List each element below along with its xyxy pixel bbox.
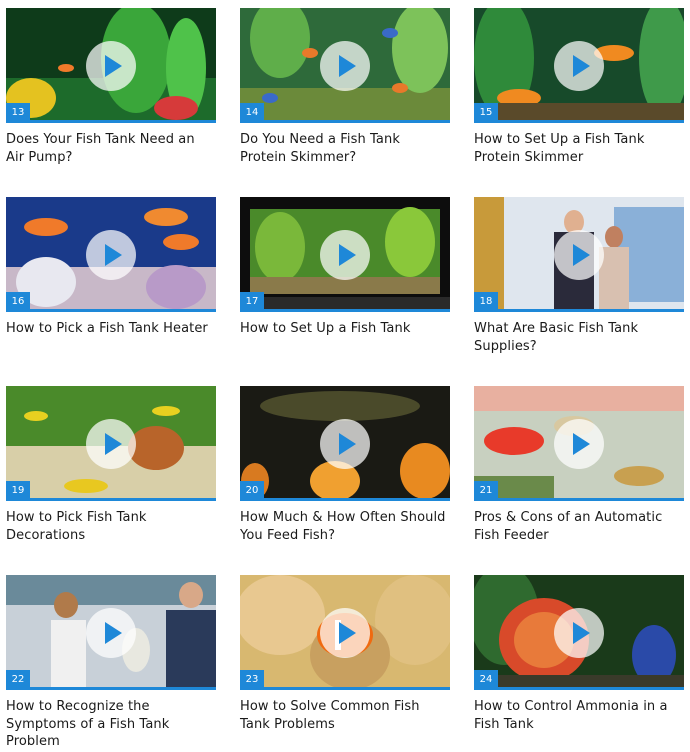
play-icon [105,433,122,455]
play-button[interactable] [86,419,136,469]
video-thumbnail[interactable]: 24 [474,575,684,690]
thumbnail-bar [240,120,450,123]
video-card[interactable]: 22 How to Recognize the Symptoms of a Fi… [6,575,216,751]
video-number-badge: 22 [6,670,30,690]
video-thumbnail[interactable]: 13 [6,8,216,123]
thumbnail-bar [474,309,684,312]
video-title[interactable]: How to Set Up a Fish Tank [240,320,450,338]
video-card[interactable]: 13 Does Your Fish Tank Need an Air Pump? [6,8,216,166]
play-icon [573,55,590,77]
video-thumbnail[interactable]: 20 [240,386,450,501]
play-icon [573,244,590,266]
video-thumbnail[interactable]: 17 [240,197,450,312]
video-title[interactable]: How to Pick a Fish Tank Heater [6,320,216,338]
video-thumbnail[interactable]: 16 [6,197,216,312]
video-number-badge: 23 [240,670,264,690]
video-card[interactable]: 24 How to Control Ammonia in a Fish Tank [474,575,684,733]
thumbnail-bar [474,498,684,501]
play-button[interactable] [320,419,370,469]
thumbnail-bar [6,687,216,690]
video-thumbnail[interactable]: 19 [6,386,216,501]
play-button[interactable] [86,41,136,91]
video-thumbnail[interactable]: 15 [474,8,684,123]
thumbnail-bar [240,309,450,312]
thumbnail-bar [240,687,450,690]
video-card[interactable]: 14 Do You Need a Fish Tank Protein Skimm… [240,8,450,166]
play-button[interactable] [554,41,604,91]
play-icon [339,622,356,644]
play-button[interactable] [320,41,370,91]
video-title[interactable]: How to Pick Fish Tank Decorations [6,509,216,544]
play-button[interactable] [320,608,370,658]
play-icon [573,622,590,644]
video-title[interactable]: How to Recognize the Symptoms of a Fish … [6,698,216,751]
play-button[interactable] [86,230,136,280]
video-title[interactable]: How Much & How Often Should You Feed Fis… [240,509,450,544]
video-title[interactable]: Do You Need a Fish Tank Protein Skimmer? [240,131,450,166]
video-title[interactable]: How to Solve Common Fish Tank Problems [240,698,450,733]
play-icon [339,244,356,266]
video-title[interactable]: Pros & Cons of an Automatic Fish Feeder [474,509,684,544]
video-number-badge: 17 [240,292,264,312]
video-card[interactable]: 23 How to Solve Common Fish Tank Problem… [240,575,450,733]
video-title[interactable]: What Are Basic Fish Tank Supplies? [474,320,684,355]
video-card[interactable]: 15 How to Set Up a Fish Tank Protein Ski… [474,8,684,166]
play-icon [573,433,590,455]
play-icon [105,244,122,266]
video-number-badge: 19 [6,481,30,501]
video-number-badge: 15 [474,103,498,123]
play-button[interactable] [554,230,604,280]
video-number-badge: 20 [240,481,264,501]
video-card[interactable]: 16 How to Pick a Fish Tank Heater [6,197,216,338]
video-number-badge: 18 [474,292,498,312]
thumbnail-bar [6,120,216,123]
thumbnail-bar [240,498,450,501]
video-number-badge: 21 [474,481,498,501]
play-icon [105,622,122,644]
thumbnail-bar [6,498,216,501]
video-title[interactable]: Does Your Fish Tank Need an Air Pump? [6,131,216,166]
video-card[interactable]: 17 How to Set Up a Fish Tank [240,197,450,338]
play-button[interactable] [320,230,370,280]
video-thumbnail[interactable]: 14 [240,8,450,123]
video-number-badge: 16 [6,292,30,312]
play-button[interactable] [554,608,604,658]
video-number-badge: 14 [240,103,264,123]
video-card[interactable]: 19 How to Pick Fish Tank Decorations [6,386,216,544]
video-number-badge: 13 [6,103,30,123]
thumbnail-bar [474,687,684,690]
video-thumbnail[interactable]: 23 [240,575,450,690]
play-icon [339,55,356,77]
video-card[interactable]: 21 Pros & Cons of an Automatic Fish Feed… [474,386,684,544]
video-thumbnail[interactable]: 21 [474,386,684,501]
video-card[interactable]: 20 How Much & How Often Should You Feed … [240,386,450,544]
video-thumbnail[interactable]: 22 [6,575,216,690]
video-title[interactable]: How to Set Up a Fish Tank Protein Skimme… [474,131,684,166]
thumbnail-bar [6,309,216,312]
video-number-badge: 24 [474,670,498,690]
play-icon [339,433,356,455]
thumbnail-bar [474,120,684,123]
video-thumbnail[interactable]: 18 [474,197,684,312]
play-button[interactable] [86,608,136,658]
play-icon [105,55,122,77]
video-card[interactable]: 18 What Are Basic Fish Tank Supplies? [474,197,684,355]
video-title[interactable]: How to Control Ammonia in a Fish Tank [474,698,684,733]
play-button[interactable] [554,419,604,469]
